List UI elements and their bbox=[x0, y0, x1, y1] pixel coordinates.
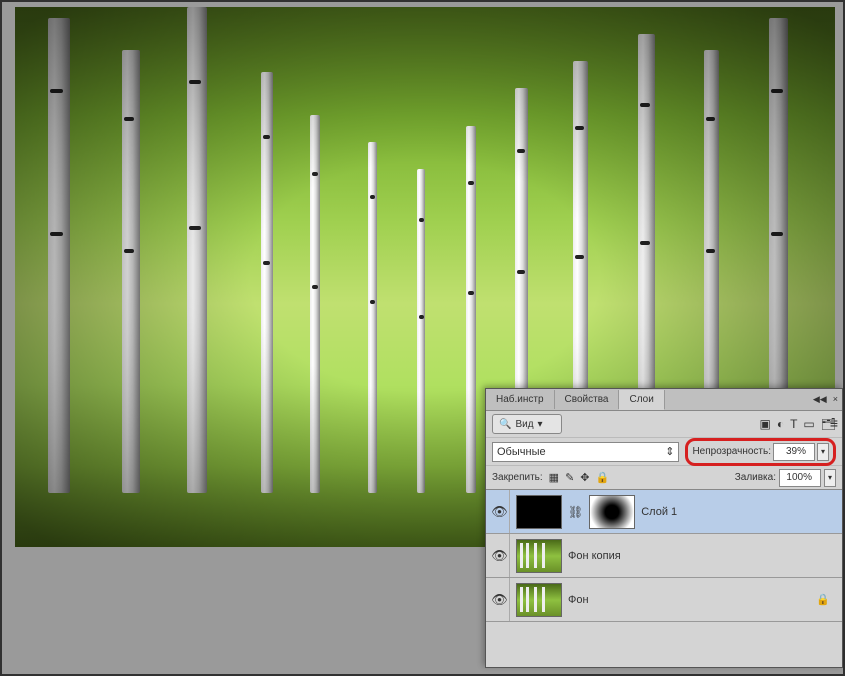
blend-mode-value: Обычные bbox=[497, 446, 546, 458]
layer-row[interactable]: 👁 ⛓ Слой 1 bbox=[486, 490, 842, 534]
close-icon[interactable]: × bbox=[831, 392, 840, 407]
layer-name[interactable]: Фон bbox=[568, 594, 589, 606]
panel-menu-icon[interactable]: ≡ bbox=[830, 415, 838, 431]
layers-list: 👁 ⛓ Слой 1 👁 Фон копия 👁 Фон 🔒 bbox=[486, 489, 842, 622]
layer-filter-row: 🔍 Вид ▾ ▣ ◐ T ▭ 🗂 ≡ bbox=[486, 411, 842, 437]
lock-fill-row: Закрепить: ▦ ✎ ✥ 🔒 Заливка: 100% ▾ bbox=[486, 465, 842, 489]
visibility-toggle[interactable]: 👁 bbox=[490, 578, 510, 621]
visibility-toggle[interactable]: 👁 bbox=[490, 534, 510, 577]
tab-properties[interactable]: Свойства bbox=[555, 390, 620, 409]
filter-kind-label: Вид bbox=[515, 419, 533, 430]
filter-shape-icon[interactable]: ▭ bbox=[803, 417, 814, 431]
filter-type-icon[interactable]: T bbox=[790, 417, 797, 431]
opacity-label: Непрозрачность: bbox=[692, 446, 771, 457]
filter-adjust-icon[interactable]: ◐ bbox=[777, 417, 784, 431]
blend-opacity-row: Обычные ⇕ Непрозрачность: 39% ▾ bbox=[486, 437, 842, 465]
opacity-input[interactable]: 39% bbox=[773, 443, 815, 461]
visibility-toggle[interactable]: 👁 bbox=[490, 490, 510, 533]
blend-mode-select[interactable]: Обычные ⇕ bbox=[492, 442, 679, 462]
mask-link-icon[interactable]: ⛓ bbox=[568, 505, 583, 519]
lock-pixels-icon[interactable]: ✎ bbox=[565, 471, 574, 484]
layer-thumbnail[interactable] bbox=[516, 583, 562, 617]
tab-tools-presets[interactable]: Наб.инстр bbox=[486, 390, 555, 409]
layer-name[interactable]: Фон копия bbox=[568, 550, 621, 562]
search-icon: 🔍 bbox=[499, 419, 511, 430]
lock-all-icon[interactable]: 🔒 bbox=[596, 471, 610, 484]
chevron-down-icon: ▾ bbox=[538, 419, 543, 430]
filter-type-icons: ▣ ◐ T ▭ 🗂 bbox=[759, 417, 836, 431]
fill-input[interactable]: 100% bbox=[779, 469, 821, 487]
panel-tab-bar: Наб.инстр Свойства Слои ◀◀ × bbox=[486, 389, 842, 411]
lock-position-icon[interactable]: ✥ bbox=[580, 471, 589, 484]
app-frame: Наб.инстр Свойства Слои ◀◀ × 🔍 Вид ▾ ▣ ◐… bbox=[0, 0, 845, 676]
lock-label: Закрепить: bbox=[492, 472, 543, 483]
lock-badge-icon: 🔒 bbox=[816, 593, 830, 606]
fill-label: Заливка: bbox=[735, 472, 776, 483]
layer-name[interactable]: Слой 1 bbox=[641, 506, 677, 518]
tab-layers[interactable]: Слои bbox=[619, 390, 664, 410]
opacity-dropdown-arrow[interactable]: ▾ bbox=[817, 443, 829, 461]
layer-thumbnail[interactable] bbox=[516, 495, 562, 529]
layer-thumbnail[interactable] bbox=[516, 539, 562, 573]
fill-dropdown-arrow[interactable]: ▾ bbox=[824, 469, 836, 487]
filter-pixel-icon[interactable]: ▣ bbox=[759, 417, 770, 431]
collapse-icon[interactable]: ◀◀ bbox=[811, 392, 829, 407]
layers-panel: Наб.инстр Свойства Слои ◀◀ × 🔍 Вид ▾ ▣ ◐… bbox=[485, 388, 843, 668]
layer-row[interactable]: 👁 Фон копия bbox=[486, 534, 842, 578]
filter-kind-select[interactable]: 🔍 Вид ▾ bbox=[492, 414, 562, 434]
chevron-down-icon: ⇕ bbox=[665, 445, 674, 458]
mask-thumbnail[interactable] bbox=[589, 495, 635, 529]
lock-transparency-icon[interactable]: ▦ bbox=[549, 471, 559, 484]
layer-row[interactable]: 👁 Фон 🔒 bbox=[486, 578, 842, 622]
opacity-highlight: Непрозрачность: 39% ▾ bbox=[685, 438, 836, 466]
